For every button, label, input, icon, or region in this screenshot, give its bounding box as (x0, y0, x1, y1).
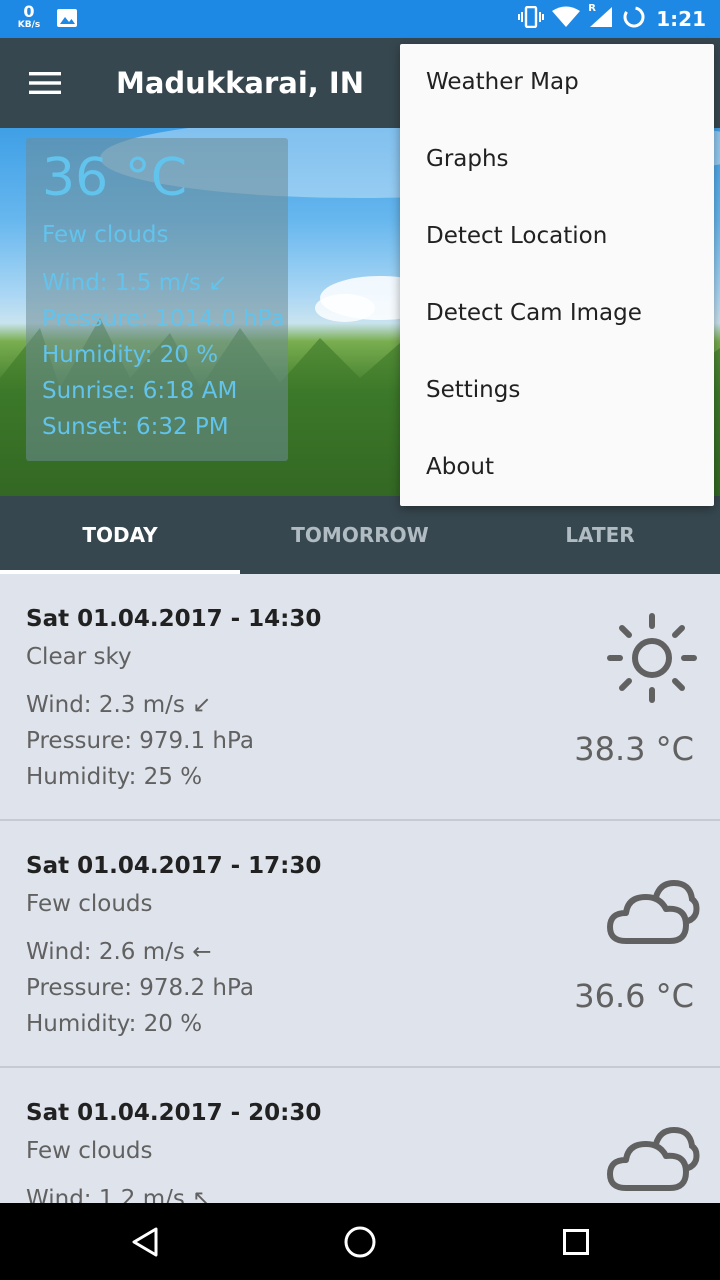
menu-item-detect-location[interactable]: Detect Location (400, 198, 714, 275)
forecast-row[interactable]: Sat 01.04.2017 - 20:30 Few clouds Wind: … (0, 1068, 720, 1203)
overflow-menu: Weather Map Graphs Detect Location Detec… (400, 44, 714, 506)
forecast-date: Sat 01.04.2017 - 14:30 (26, 606, 322, 632)
forecast-tabs: TODAY TOMORROW LATER (0, 496, 720, 574)
menu-item-detect-cam-image[interactable]: Detect Cam Image (400, 275, 714, 352)
recents-icon[interactable] (551, 1217, 601, 1267)
clock: 1:21 (656, 7, 706, 31)
menu-item-settings[interactable]: Settings (400, 352, 714, 429)
roaming-indicator: R (588, 3, 596, 14)
forecast-wind: Wind: 2.3 m/s ↙ (26, 692, 212, 718)
menu-item-graphs[interactable]: Graphs (400, 121, 714, 198)
image-icon (56, 8, 78, 28)
forecast-humidity: Humidity: 20 % (26, 1011, 203, 1037)
hamburger-icon[interactable] (16, 58, 74, 108)
forecast-list[interactable]: Sat 01.04.2017 - 14:30 Clear sky Wind: 2… (0, 574, 720, 1203)
signal-icon: R (588, 3, 614, 32)
forecast-pressure: Pressure: 978.2 hPa (26, 975, 254, 1001)
current-humidity: Humidity: 20 % (42, 342, 219, 368)
current-sunrise: Sunrise: 6:18 AM (42, 378, 238, 404)
menu-item-weather-map[interactable]: Weather Map (400, 44, 714, 121)
forecast-description: Clear sky (26, 644, 132, 670)
forecast-wind: Wind: 2.6 m/s ← (26, 939, 212, 965)
menu-item-about[interactable]: About (400, 429, 714, 506)
tab-later[interactable]: LATER (480, 496, 720, 574)
forecast-wind: Wind: 1.2 m/s ↖ (26, 1186, 212, 1203)
cloud-icon (604, 1104, 700, 1200)
current-description: Few clouds (42, 222, 169, 248)
current-temperature: 36 °C (42, 148, 188, 208)
network-speed-unit: KB/s (17, 20, 41, 30)
back-icon[interactable] (120, 1217, 170, 1267)
forecast-row[interactable]: Sat 01.04.2017 - 17:30 Few clouds Wind: … (0, 821, 720, 1068)
battery-icon (622, 5, 646, 33)
tab-tomorrow[interactable]: TOMORROW (240, 496, 480, 574)
wifi-icon (552, 6, 581, 32)
current-weather-card: 36 °C Few clouds Wind: 1.5 m/s ↙ Pressur… (26, 138, 288, 461)
forecast-date: Sat 01.04.2017 - 20:30 (26, 1100, 322, 1126)
forecast-description: Few clouds (26, 891, 153, 917)
forecast-row[interactable]: Sat 01.04.2017 - 14:30 Clear sky Wind: 2… (0, 574, 720, 821)
forecast-temperature: 36.6 °C (574, 977, 694, 1015)
sun-icon (604, 610, 700, 706)
forecast-pressure: Pressure: 979.1 hPa (26, 728, 254, 754)
page-title: Madukkarai, IN (116, 66, 364, 100)
vibrate-icon (518, 5, 545, 32)
current-sunset: Sunset: 6:32 PM (42, 414, 229, 440)
tab-today[interactable]: TODAY (0, 496, 240, 574)
network-speed-value: 0 (23, 2, 35, 21)
cloud-icon (604, 857, 700, 953)
navigation-bar (0, 1203, 720, 1280)
status-bar: 0 KB/s R 1:21 (0, 0, 720, 38)
forecast-humidity: Humidity: 25 % (26, 764, 203, 790)
current-wind: Wind: 1.5 m/s ↙ (42, 270, 228, 296)
forecast-date: Sat 01.04.2017 - 17:30 (26, 853, 322, 879)
network-speed: 0 KB/s (14, 4, 44, 30)
home-icon[interactable] (335, 1217, 385, 1267)
current-pressure: Pressure: 1014.0 hPa (42, 306, 285, 332)
forecast-temperature: 38.3 °C (574, 730, 694, 768)
forecast-description: Few clouds (26, 1138, 153, 1164)
